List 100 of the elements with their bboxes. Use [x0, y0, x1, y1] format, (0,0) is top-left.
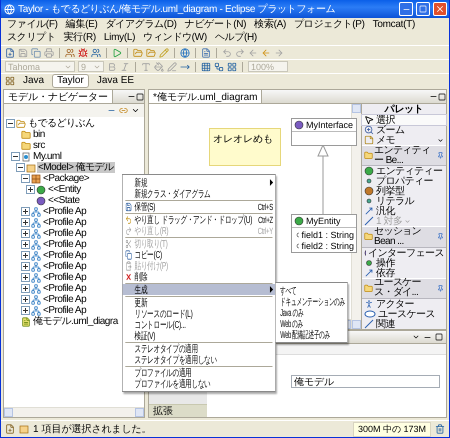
- menu-item[interactable]: コピー(C): [122, 249, 275, 260]
- tree-item[interactable]: <Profile Ap: [42, 217, 88, 228]
- menu-item[interactable]: すべて: [275, 285, 347, 296]
- menu-item[interactable]: Tomcat(T): [368, 19, 419, 31]
- menu-item[interactable]: Web のみ: [275, 318, 347, 329]
- tree-item[interactable]: <Profile Ap: [42, 250, 88, 261]
- menu-item[interactable]: 生成: [122, 284, 275, 295]
- menu-item[interactable]: スクリプト: [3, 32, 60, 44]
- palette-tool[interactable]: 関連: [362, 318, 446, 329]
- link-icon[interactable]: [119, 106, 128, 115]
- tree-item[interactable]: もでるどりぶん: [27, 118, 96, 129]
- palette-tool[interactable]: 依存: [362, 268, 446, 278]
- tree-item[interactable]: <Profile Ap: [42, 283, 88, 294]
- expand-toggle[interactable]: [21, 295, 30, 304]
- open-perspective-icon[interactable]: [5, 76, 15, 86]
- class-box[interactable]: MyEntity field1 : String field2 : String: [291, 214, 357, 253]
- new-file-icon[interactable]: [5, 48, 15, 58]
- people-icon[interactable]: [91, 48, 101, 58]
- palette-tool[interactable]: アクター: [362, 298, 446, 309]
- menu-item[interactable]: やり直し ドラッグ・アンド・ドロップ(U) Ctrl+Z: [122, 214, 275, 225]
- expand-toggle[interactable]: [21, 251, 30, 260]
- menu-item[interactable]: 削除: [122, 271, 275, 282]
- menu-item[interactable]: コントロール(C)...: [122, 319, 275, 330]
- expand-toggle[interactable]: [21, 218, 30, 227]
- tree-item[interactable]: 俺モデル.uml_diagra: [32, 316, 119, 327]
- generalization-arrow[interactable]: [317, 144, 329, 214]
- menu-item[interactable]: プロファイルを適用しない: [122, 378, 275, 389]
- maximize-button[interactable]: [416, 2, 430, 16]
- note-icon[interactable]: [364, 135, 374, 145]
- maximize-icon[interactable]: [438, 92, 446, 100]
- menu-item[interactable]: プロファイルの適用: [122, 367, 275, 378]
- expand-toggle[interactable]: [11, 152, 20, 161]
- menu-item[interactable]: ステレオタイプを適用しない: [122, 354, 275, 365]
- menu-item[interactable]: ステレオタイプの適用: [122, 343, 275, 354]
- menu-item[interactable]: ウィンドウ(W): [139, 32, 211, 44]
- menu-item[interactable]: 検索(A): [250, 19, 290, 31]
- palette-drawer[interactable]: セッション Bean ...: [362, 226, 446, 248]
- pin-icon[interactable]: [437, 233, 444, 240]
- menu-item[interactable]: 更新: [122, 297, 275, 308]
- menu-item[interactable]: ドキュメンテーションのみ: [275, 296, 347, 307]
- copy-icon[interactable]: [31, 48, 41, 58]
- property-tab[interactable]: 拡張: [149, 404, 207, 417]
- tree-item[interactable]: <Profile Ap: [42, 305, 88, 316]
- palette-tool[interactable]: リテラル: [362, 196, 446, 206]
- menu-item[interactable]: 編集(E): [62, 19, 102, 31]
- expand-toggle[interactable]: [21, 262, 30, 271]
- expand-toggle[interactable]: [21, 240, 30, 249]
- palette-tool[interactable]: インターフェース: [362, 248, 446, 258]
- line-color-icon[interactable]: [167, 62, 177, 72]
- view-menu-icon[interactable]: [131, 106, 140, 115]
- palette-drawer[interactable]: ユースケース・ダイ...: [362, 278, 446, 299]
- editor-tab[interactable]: *俺モデル.uml_diagram: [149, 90, 262, 103]
- perspective-tab[interactable]: Taylor: [52, 74, 89, 88]
- menu-item[interactable]: リソースのロード(L): [122, 308, 275, 319]
- pointer-icon[interactable]: [364, 115, 374, 125]
- perspective-tab[interactable]: Java: [18, 74, 50, 88]
- tree-item[interactable]: My.uml: [32, 151, 62, 162]
- menu-item[interactable]: 新規クラス・ダイアグラム: [122, 188, 275, 199]
- palette-tool[interactable]: ズーム: [362, 125, 446, 135]
- menu-item[interactable]: ナビゲート(N): [180, 19, 250, 31]
- class-box[interactable]: MyInterface: [291, 118, 357, 146]
- palette-tool[interactable]: 列挙型: [362, 186, 446, 196]
- palette-tool[interactable]: ユースケース: [362, 308, 446, 319]
- menu-item[interactable]: 実行(R): [60, 32, 100, 44]
- document-icon[interactable]: [201, 48, 211, 58]
- menu-item[interactable]: Java のみ: [275, 307, 347, 318]
- palette-tool[interactable]: 汎化: [362, 206, 446, 216]
- bug-icon[interactable]: [78, 48, 88, 58]
- menu-item[interactable]: ヘルプ(H): [210, 32, 261, 44]
- tree-item[interactable]: bin: [32, 129, 46, 140]
- expand-toggle[interactable]: [21, 229, 30, 238]
- expand-toggle[interactable]: [21, 306, 30, 315]
- caret-icon[interactable]: [437, 136, 444, 144]
- tree-item[interactable]: <Profile Ap: [42, 239, 88, 250]
- maximize-icon[interactable]: [435, 333, 443, 341]
- tree-item[interactable]: <<State: [47, 195, 81, 206]
- palette-tool[interactable]: メモ: [362, 135, 446, 145]
- palette-tool[interactable]: 操作: [362, 258, 446, 268]
- expand-toggle[interactable]: [21, 174, 30, 183]
- perspective-tab[interactable]: Java EE: [92, 74, 140, 88]
- menu-item[interactable]: ファイル(F): [3, 19, 62, 31]
- scrollbar[interactable]: [4, 407, 144, 417]
- tree-item[interactable]: <Profile Ap: [42, 272, 88, 283]
- minimize-button[interactable]: [399, 2, 413, 16]
- tree-item[interactable]: src: [32, 140, 46, 151]
- trash-icon[interactable]: [435, 424, 445, 434]
- new-file-icon[interactable]: [5, 424, 15, 434]
- pin-icon[interactable]: [437, 284, 444, 292]
- palette-tool[interactable]: 選択: [362, 115, 446, 125]
- menu-item[interactable]: Limy(L): [100, 32, 140, 44]
- tree-item[interactable]: <Profile Ap: [42, 261, 88, 272]
- palette-tool[interactable]: プロパティー: [362, 176, 446, 186]
- people-icon[interactable]: [65, 48, 75, 58]
- expand-toggle[interactable]: [21, 284, 30, 293]
- tree-item[interactable]: <Profile Ap: [42, 228, 88, 239]
- zoom-icon[interactable]: [364, 125, 374, 135]
- expand-toggle[interactable]: [21, 207, 30, 216]
- font-color-icon[interactable]: [141, 62, 151, 72]
- close-button[interactable]: [433, 2, 447, 16]
- pin-icon[interactable]: [437, 152, 444, 160]
